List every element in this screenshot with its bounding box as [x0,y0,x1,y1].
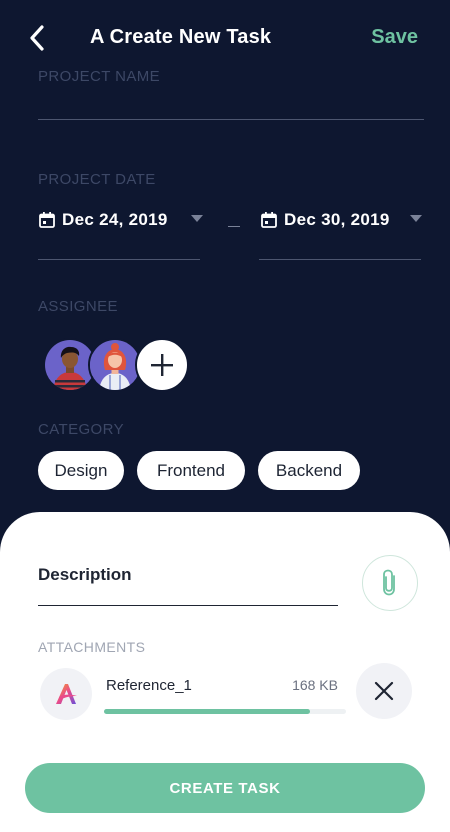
chevron-left-icon [30,25,44,51]
file-type-icon [56,684,77,704]
calendar-icon [261,212,277,228]
end-date-underline [259,259,421,260]
attachments-label: ATTACHMENTS [38,639,146,655]
category-chip-design[interactable]: Design [38,451,124,490]
end-date-picker[interactable]: Dec 30, 2019 [260,206,390,234]
avatar-illustration [90,340,140,390]
project-date-label: PROJECT DATE [38,171,156,188]
upload-progress-fill [104,709,310,714]
create-task-button[interactable]: CREATE TASK [25,763,425,813]
save-button[interactable]: Save [371,26,418,49]
start-date-underline [38,259,200,260]
upload-progress-bar [104,709,346,714]
back-button[interactable] [22,22,52,54]
attach-file-button[interactable] [362,555,418,611]
paperclip-icon [383,569,395,596]
attachment-file-icon [40,668,92,720]
category-label: CATEGORY [38,421,124,438]
assignee-avatar-2[interactable] [88,338,142,392]
create-task-screen: A Create New Task Save PROJECT NAME PROJ… [0,0,450,832]
attachment-file-name: Reference_1 [106,677,192,694]
start-date-picker[interactable]: Dec 24, 2019 [38,206,168,234]
plus-icon [151,354,173,376]
remove-attachment-button[interactable] [356,663,412,719]
project-name-label: PROJECT NAME [38,68,161,85]
header: A Create New Task Save [0,0,450,76]
add-assignee-button[interactable] [135,338,189,392]
description-input[interactable] [38,605,338,606]
end-date-dropdown-icon[interactable] [410,215,422,222]
calendar-icon [39,212,55,228]
close-icon [374,681,394,701]
description-label: Description [38,565,132,584]
attachment-file-size: 168 KB [292,677,338,693]
start-date-value: Dec 24, 2019 [62,210,168,229]
date-range-separator [228,226,240,227]
start-date-dropdown-icon[interactable] [191,215,203,222]
category-chip-frontend[interactable]: Frontend [137,451,245,490]
end-date-value: Dec 30, 2019 [284,210,390,229]
page-title: A Create New Task [90,26,272,48]
project-name-input[interactable] [38,119,424,120]
assignee-label: ASSIGNEE [38,298,118,315]
category-chip-backend[interactable]: Backend [258,451,360,490]
